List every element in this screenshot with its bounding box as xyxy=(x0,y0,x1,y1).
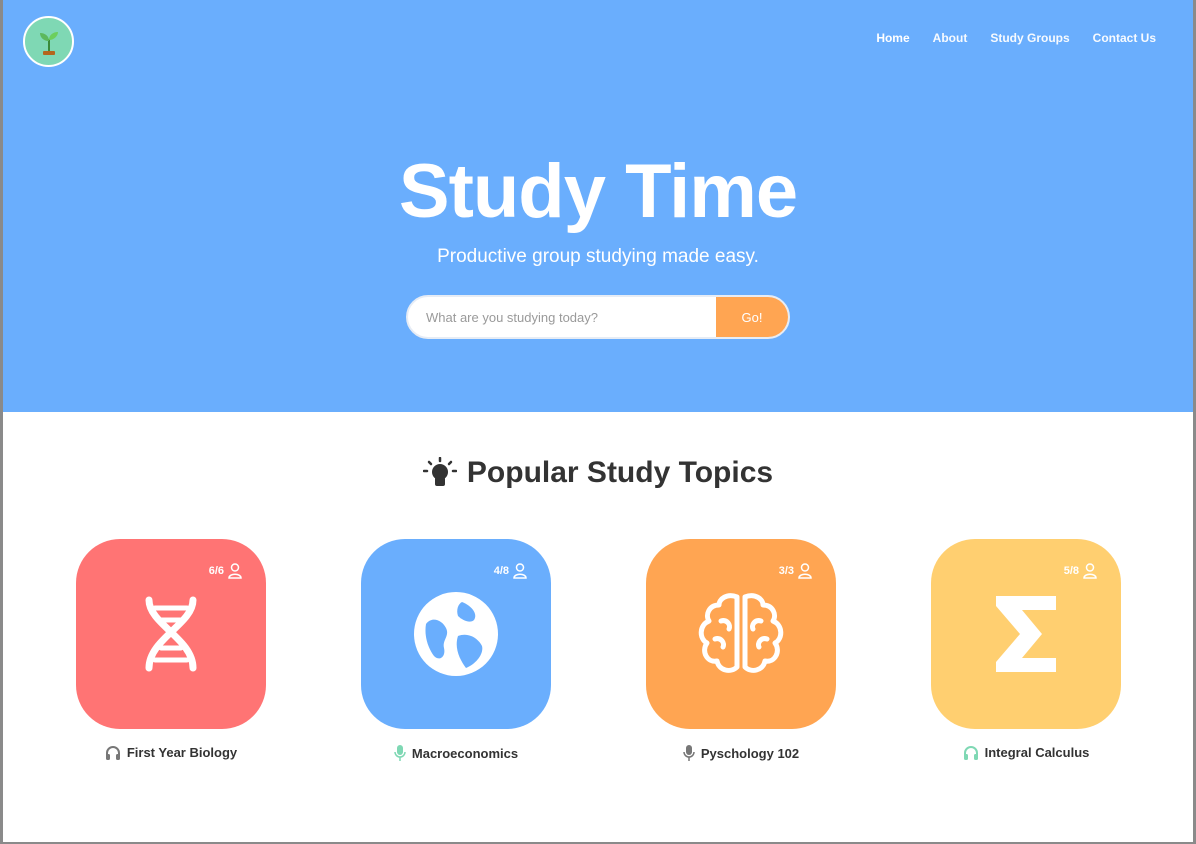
topic-card-psychology[interactable]: 3/3 Pyschology 102 xyxy=(646,539,836,761)
person-icon xyxy=(798,563,812,579)
nav-about[interactable]: About xyxy=(933,31,968,45)
topic-tile[interactable]: 6/6 xyxy=(76,539,266,729)
search-form: Go! xyxy=(406,295,790,339)
topic-label[interactable]: Pyschology 102 xyxy=(646,745,836,761)
topic-name: Integral Calculus xyxy=(984,745,1090,760)
page: Home About Study Groups Contact Us Study… xyxy=(3,0,1193,842)
topic-card-macroeconomics[interactable]: 4/8 Macroeconomics xyxy=(361,539,551,761)
logo[interactable] xyxy=(23,16,74,67)
person-icon xyxy=(513,563,527,579)
hero-section: Home About Study Groups Contact Us Study… xyxy=(3,0,1193,412)
topic-tile[interactable]: 5/8 xyxy=(931,539,1121,729)
topic-label[interactable]: Macroeconomics xyxy=(361,745,551,761)
member-count-text: 3/3 xyxy=(778,565,794,577)
topic-name: Pyschology 102 xyxy=(700,745,800,761)
globe-icon xyxy=(414,592,498,676)
member-count: 6/6 xyxy=(209,563,242,579)
nav-home[interactable]: Home xyxy=(876,31,909,45)
nav-study-groups[interactable]: Study Groups xyxy=(990,31,1069,45)
topic-tile[interactable]: 4/8 xyxy=(361,539,551,729)
nav-contact-us[interactable]: Contact Us xyxy=(1093,31,1156,45)
lightbulb-icon xyxy=(422,457,457,486)
microphone-icon xyxy=(394,745,406,761)
person-icon xyxy=(1083,563,1097,579)
member-count-text: 6/6 xyxy=(208,565,224,577)
topic-label[interactable]: Integral Calculus xyxy=(931,745,1121,760)
topic-card-calculus[interactable]: 5/8 Integral Calculus xyxy=(931,539,1121,760)
search-input[interactable] xyxy=(408,297,716,337)
hero-subtitle: Productive group studying made easy. xyxy=(437,246,759,267)
topic-name: Macroeconomics xyxy=(411,745,519,761)
headphones-icon xyxy=(963,746,978,760)
microphone-icon xyxy=(683,745,695,761)
go-button[interactable]: Go! xyxy=(716,297,788,337)
section-title: Popular Study Topics xyxy=(466,456,774,489)
topic-card-biology[interactable]: 6/6 First Year Biology xyxy=(76,539,266,760)
topic-name: First Year Biology xyxy=(126,745,238,760)
topic-tile[interactable]: 3/3 xyxy=(646,539,836,729)
headphones-icon xyxy=(105,746,120,760)
topic-label[interactable]: First Year Biology xyxy=(76,745,266,760)
member-count: 5/8 xyxy=(1064,563,1097,579)
member-count: 3/3 xyxy=(779,563,812,579)
hero-title: Study Time xyxy=(398,149,798,234)
member-count: 4/8 xyxy=(494,563,527,579)
member-count-text: 5/8 xyxy=(1063,565,1079,577)
popular-topics-heading: Popular Study Topics xyxy=(3,456,1193,490)
dna-icon xyxy=(145,596,197,672)
main-nav: Home About Study Groups Contact Us xyxy=(876,31,1156,45)
sprout-icon xyxy=(39,31,58,55)
member-count-text: 4/8 xyxy=(493,565,509,577)
sigma-icon xyxy=(996,596,1056,672)
person-icon xyxy=(228,563,242,579)
brain-icon xyxy=(698,593,784,673)
